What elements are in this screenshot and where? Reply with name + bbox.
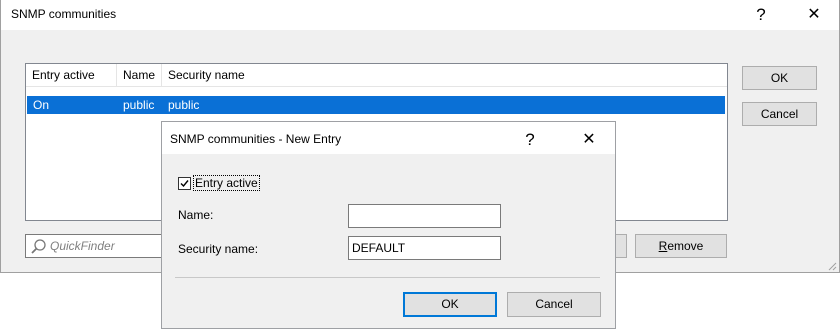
column-header-entry-active[interactable]: Entry active <box>26 64 117 86</box>
remove-button[interactable]: Remove <box>635 234 727 258</box>
cell-entry-active: On <box>33 98 50 112</box>
security-name-label: Security name: <box>178 242 259 256</box>
ok-button[interactable]: OK <box>742 66 817 90</box>
help-icon[interactable]: ? <box>753 6 769 23</box>
column-header-name[interactable]: Name <box>117 64 162 86</box>
dialog-title: SNMP communities - New Entry <box>170 132 342 146</box>
table-row[interactable]: On public public <box>27 96 725 114</box>
cancel-button[interactable]: Cancel <box>742 102 817 126</box>
dialog-cancel-button[interactable]: Cancel <box>507 292 601 317</box>
name-label: Name: <box>178 208 214 222</box>
column-header-security-name[interactable]: Security name <box>162 64 728 86</box>
security-name-input[interactable]: DEFAULT <box>348 236 501 260</box>
dialog-ok-button[interactable]: OK <box>403 292 497 317</box>
entry-active-label: Entry active <box>193 175 260 191</box>
window-title: SNMP communities <box>11 7 117 21</box>
checkmark-icon <box>180 180 189 188</box>
remove-button-label: emove <box>667 239 704 253</box>
window-title-bar: SNMP communities ? ✕ <box>1 0 839 30</box>
dialog-help-icon[interactable]: ? <box>522 131 538 148</box>
new-entry-dialog: SNMP communities - New Entry ? ✕ Entry a… <box>161 121 616 329</box>
cell-name: public <box>123 98 155 112</box>
search-icon <box>30 238 48 259</box>
quickfinder-placeholder: QuickFinder <box>50 239 115 253</box>
resize-grip-icon[interactable] <box>827 260 837 274</box>
name-input[interactable] <box>348 204 501 228</box>
dialog-close-icon[interactable]: ✕ <box>579 131 599 148</box>
separator <box>175 277 600 278</box>
remove-button-accesskey: R <box>658 239 668 253</box>
checkbox-box <box>178 177 191 190</box>
close-icon[interactable]: ✕ <box>804 6 824 23</box>
table-header: Entry active Name Security name <box>26 64 727 87</box>
cell-security-name: public <box>168 98 200 112</box>
dialog-title-bar: SNMP communities - New Entry ? ✕ <box>162 122 615 154</box>
